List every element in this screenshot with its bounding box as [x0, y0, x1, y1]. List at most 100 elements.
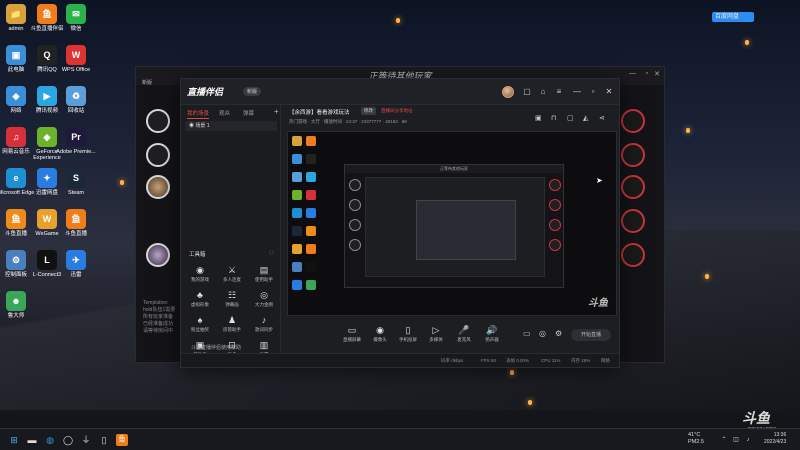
cloud-drive-badge[interactable]: 百度网盘: [712, 12, 754, 22]
enemy-seat[interactable]: [621, 143, 645, 167]
bell-icon[interactable]: ◭: [583, 114, 588, 122]
streaming-app-window[interactable]: 直播伴侣 新版 ▢ ⌂ ≡ — ▫ ✕ 我的场景 观众 弹幕 + ◉ 场景 1 …: [180, 78, 620, 368]
screenshot-icon[interactable]: ▢: [567, 114, 574, 122]
eye-icon[interactable]: ◎: [539, 329, 546, 338]
network-icon[interactable]: ◫: [730, 434, 742, 446]
desktop-icon[interactable]: 鱼斗鱼直播: [56, 209, 96, 237]
tool-button[interactable]: ☷ 弹幕画: [217, 290, 247, 308]
app-icon: [306, 208, 316, 218]
drop-status: 丢帧 0.00%: [506, 358, 530, 363]
tool-icon: ♪: [261, 315, 267, 325]
desktop-icon[interactable]: S Steam: [56, 168, 96, 196]
source-icon: ◉: [376, 325, 384, 335]
desktop-icon[interactable]: ♻ 回收站: [56, 86, 96, 114]
bag-icon[interactable]: ▢: [521, 86, 533, 98]
source-icon: ▷: [432, 325, 440, 335]
tray-chevron-icon[interactable]: ⌃: [718, 434, 730, 446]
player-seat[interactable]: [146, 143, 170, 167]
weather-widget[interactable]: 41°C PM2.5: [688, 432, 704, 446]
settings-icon[interactable]: ⚙: [555, 329, 562, 338]
desktop-icon[interactable]: ✈ 迅雷: [56, 250, 96, 278]
player-seat[interactable]: [146, 175, 170, 199]
minimize-icon[interactable]: —: [629, 70, 636, 77]
source-button[interactable]: ◉ 摄像头: [365, 325, 395, 343]
volume-icon[interactable]: ♪: [742, 434, 754, 446]
tab-danmaku[interactable]: 弹幕: [243, 109, 254, 117]
app-icon: 鱼: [6, 209, 26, 229]
tool-button[interactable]: ♠ 粉丝抽奖: [185, 315, 215, 333]
share-link[interactable]: 直播间分享地址: [381, 108, 413, 114]
app-icon: 鱼: [37, 4, 57, 24]
start-stream-button[interactable]: 开始直播: [571, 329, 611, 341]
toolbox-settings-icon[interactable]: ◌: [269, 248, 274, 257]
enemy-seat[interactable]: [621, 209, 645, 233]
menu-icon[interactable]: ≡: [553, 86, 565, 98]
tool-button[interactable]: ▤ 使用助手: [249, 265, 279, 283]
tool-button[interactable]: ♣ 虚拟形象: [185, 290, 215, 308]
desktop-icon[interactable]: Pr Adobe Premie...: [56, 127, 96, 155]
avatar[interactable]: [502, 86, 514, 98]
douyu-app-icon[interactable]: 鱼: [116, 434, 128, 446]
eye-icon[interactable]: ◉: [189, 123, 194, 129]
source-button[interactable]: ▯ 手机投屏: [393, 325, 423, 343]
scene-panel: 我的场景 观众 弹幕 + ◉ 场景 1 工具箱 ◌ ◉ 我的游戏 ⚔ 多人连麦 ▤ 使用助…: [181, 105, 281, 357]
source-icon: ▭: [347, 325, 357, 335]
nested-app: [365, 177, 545, 277]
app-icon: 鱼: [66, 209, 86, 229]
source-button[interactable]: ▷ 多媒体: [421, 325, 451, 343]
clock[interactable]: 13:36 2022/4/23: [764, 432, 786, 446]
tool-button[interactable]: ⚔ 多人连麦: [217, 265, 247, 283]
desktop-icon[interactable]: W WPS Office: [56, 45, 96, 73]
app-icon: Q: [37, 45, 57, 65]
enemy-seat[interactable]: [621, 175, 645, 199]
nested-seat: [549, 199, 561, 211]
desktop-icon[interactable]: ✉ 微信: [56, 4, 96, 32]
tool-button[interactable]: ♪ 歌词同步: [249, 315, 279, 333]
record-icon[interactable]: ▭: [523, 329, 531, 338]
tab-scenes[interactable]: 我的场景: [187, 109, 210, 119]
microphone-icon[interactable]: ⏚: [80, 434, 92, 446]
enemy-seat[interactable]: [621, 243, 645, 267]
tab-audience[interactable]: 观众: [219, 109, 230, 117]
weather-desc: PM2.5: [688, 439, 704, 445]
minimize-icon[interactable]: —: [571, 86, 583, 98]
desktop-icon[interactable]: ☻ 鲁大师: [0, 291, 36, 319]
close-icon[interactable]: ✕: [603, 86, 615, 98]
app-icon: [306, 172, 316, 182]
start-icon[interactable]: ⊞: [8, 434, 20, 446]
version-badge[interactable]: 新版: [243, 87, 262, 96]
maximize-icon[interactable]: ▫: [587, 86, 599, 98]
tool-label: 我的游戏: [191, 277, 209, 282]
edge-icon[interactable]: ◍: [44, 434, 56, 446]
maximize-icon[interactable]: ▫: [646, 70, 648, 77]
add-scene-icon[interactable]: +: [274, 107, 279, 116]
gift-icon[interactable]: ▣: [535, 114, 542, 122]
player-seat[interactable]: [146, 109, 170, 133]
tool-button[interactable]: ♟ 房管助手: [217, 315, 247, 333]
app-icon: ▣: [6, 45, 26, 65]
tool-label: 弹幕画: [225, 302, 239, 307]
source-button[interactable]: 🎤 麦克风: [449, 325, 479, 343]
search-icon[interactable]: ◯: [62, 434, 74, 446]
player-seat[interactable]: [146, 243, 170, 267]
share-icon[interactable]: ⋖: [599, 114, 605, 122]
close-icon[interactable]: ✕: [654, 70, 660, 78]
app-icon: ♫: [6, 127, 26, 147]
tool-icon: ☷: [227, 290, 237, 300]
media-icon[interactable]: ▯: [98, 434, 110, 446]
scene-item[interactable]: ◉ 场景 1: [185, 121, 277, 131]
tool-icon: ⚔: [227, 265, 237, 275]
folder-icon[interactable]: ▬: [26, 434, 38, 446]
douyu-watermark: 斗鱼: [742, 410, 770, 426]
tool-button[interactable]: ◉ 我的游戏: [185, 265, 215, 283]
lock-icon[interactable]: ⊓: [551, 114, 556, 122]
source-button[interactable]: ▭ 直播屏幕: [337, 325, 367, 343]
tool-button[interactable]: ◎ 大力金刚: [249, 290, 279, 308]
lantern: [686, 128, 690, 133]
enemy-seat[interactable]: [621, 109, 645, 133]
source-button[interactable]: 🔊 扬声器: [477, 325, 507, 343]
help-link[interactable]: 斗鱼直播伴侣使用帮助: [191, 344, 241, 351]
edit-room-button[interactable]: 修改: [361, 107, 376, 115]
stream-preview[interactable]: 正等待其他玩家 ➤ 斗鱼: [287, 131, 617, 316]
shop-icon[interactable]: ⌂: [537, 86, 549, 98]
